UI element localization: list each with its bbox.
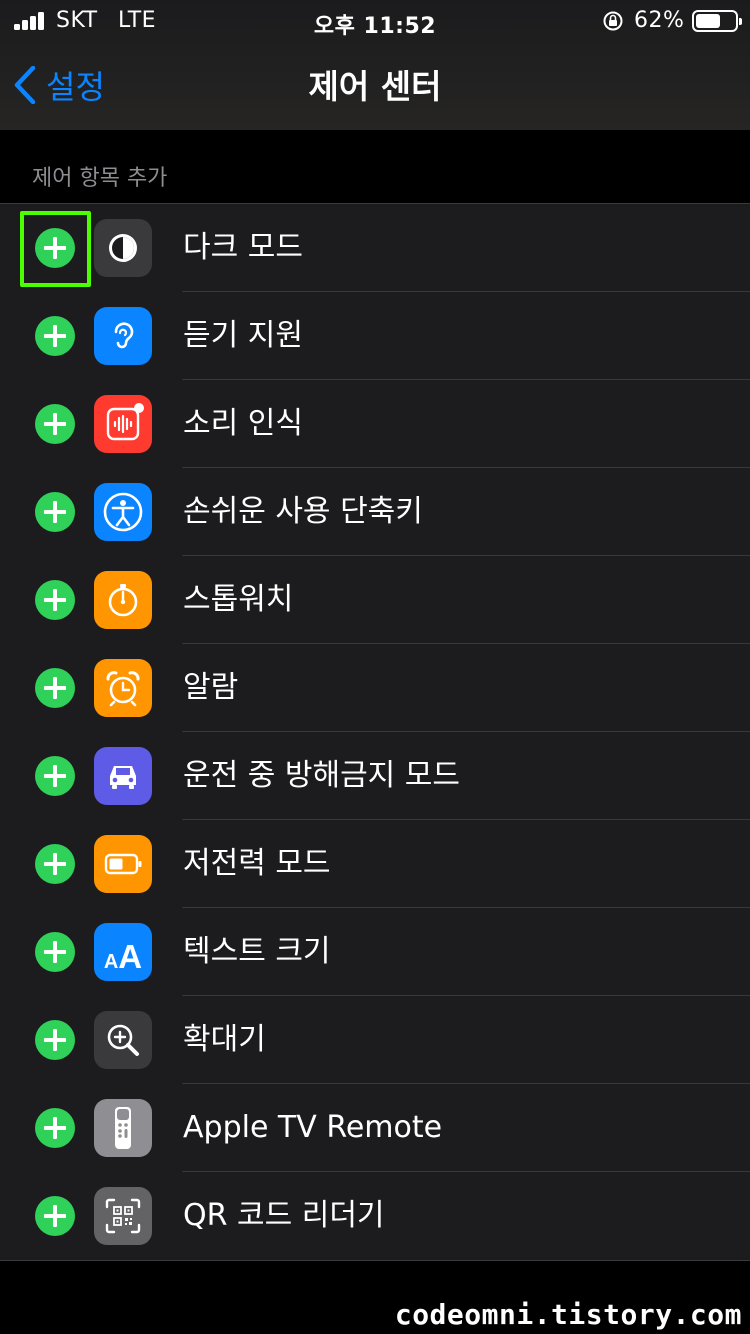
list-item-low-power-mode[interactable]: 저전력 모드 <box>0 820 750 908</box>
item-label: 확대기 <box>183 1022 266 1057</box>
section-header: 제어 항목 추가 <box>32 166 168 191</box>
battery-icon <box>692 10 742 32</box>
add-button[interactable] <box>35 756 75 796</box>
car-icon <box>94 747 152 805</box>
item-label: Apple TV Remote <box>183 1110 443 1145</box>
list-item-driving-focus[interactable]: 운전 중 방해금지 모드 <box>0 732 750 820</box>
text-size-small-a: A <box>103 951 119 973</box>
add-button[interactable] <box>35 1196 75 1236</box>
item-label: 다크 모드 <box>183 230 303 265</box>
add-button[interactable] <box>35 492 75 532</box>
add-button[interactable] <box>35 404 75 444</box>
battery-percent: 62% <box>634 8 685 33</box>
alarm-icon <box>94 659 152 717</box>
page-title: 제어 센터 <box>308 67 442 106</box>
list-item-sound-recognition[interactable]: 소리 인식 <box>0 380 750 468</box>
hearing-icon <box>94 307 152 365</box>
item-label: 소리 인식 <box>183 406 303 441</box>
watermark-text: codeomni.tistory.com <box>394 1298 742 1331</box>
orientation-lock-icon <box>602 10 624 38</box>
list-item-magnifier[interactable]: 확대기 <box>0 996 750 1084</box>
low-power-icon <box>94 835 152 893</box>
list-item-stopwatch[interactable]: 스톱워치 <box>0 556 750 644</box>
add-button[interactable] <box>35 668 75 708</box>
accessibility-icon <box>94 483 152 541</box>
list-item-accessibility-shortcut[interactable]: 손쉬운 사용 단축키 <box>0 468 750 556</box>
text-size-icon: A A <box>94 923 152 981</box>
list-item-alarm[interactable]: 알람 <box>0 644 750 732</box>
add-button[interactable] <box>35 316 75 356</box>
list-item-text-size[interactable]: A A 텍스트 크기 <box>0 908 750 996</box>
add-button[interactable] <box>35 1020 75 1060</box>
tv-remote-icon <box>94 1099 152 1157</box>
item-label: 운전 중 방해금지 모드 <box>183 758 461 793</box>
stopwatch-icon <box>94 571 152 629</box>
add-button[interactable] <box>35 1108 75 1148</box>
add-button[interactable] <box>35 932 75 972</box>
item-label: 스톱워치 <box>183 582 294 617</box>
item-label: 저전력 모드 <box>183 846 331 881</box>
sound-recognition-icon <box>94 395 152 453</box>
add-controls-list: 다크 모드 듣기 지원 소리 인식 손쉬운 사용 단축키 스톱워치 알람 운전 … <box>0 203 750 1261</box>
add-button[interactable] <box>35 580 75 620</box>
magnifier-icon <box>94 1011 152 1069</box>
item-label: 손쉬운 사용 단축키 <box>183 494 423 529</box>
qr-code-icon <box>94 1187 152 1245</box>
item-label: QR 코드 리더기 <box>183 1198 385 1233</box>
highlight-box <box>20 211 91 287</box>
list-item-apple-tv-remote[interactable]: Apple TV Remote <box>0 1084 750 1172</box>
text-size-large-a: A <box>118 938 143 975</box>
list-item-dark-mode[interactable]: 다크 모드 <box>0 204 750 292</box>
item-label: 듣기 지원 <box>183 318 303 353</box>
dark-mode-icon <box>94 219 152 277</box>
item-label: 텍스트 크기 <box>183 934 331 969</box>
list-item-hearing[interactable]: 듣기 지원 <box>0 292 750 380</box>
add-button[interactable] <box>35 844 75 884</box>
item-label: 알람 <box>183 670 239 705</box>
list-item-qr-code-reader[interactable]: QR 코드 리더기 <box>0 1172 750 1260</box>
